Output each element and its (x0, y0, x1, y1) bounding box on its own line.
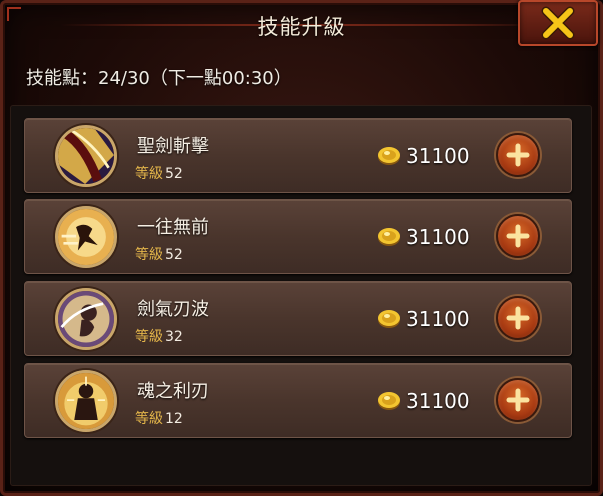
skill-row: 聖劍斬擊 等級 52 31100 (24, 118, 572, 193)
level-value: 52 (165, 247, 183, 263)
upgrade-plus-button[interactable] (496, 133, 540, 177)
plus-icon (506, 388, 530, 412)
level-label: 等級 (135, 329, 163, 345)
gold-coin-icon (377, 146, 401, 166)
corner-ornament (7, 7, 21, 21)
upgrade-plus-button[interactable] (496, 296, 540, 340)
title-bar: 技能升級 (60, 4, 543, 48)
cost-value: 31100 (406, 307, 470, 331)
close-button[interactable] (518, 0, 598, 46)
level-value: 32 (165, 329, 183, 345)
skill-level: 等級 52 (135, 163, 183, 183)
charge-icon (55, 206, 117, 268)
skill-name: 魂之利刃 (137, 381, 209, 402)
upgrade-cost: 31100 (377, 144, 470, 168)
upgrade-plus-button[interactable] (496, 378, 540, 422)
level-label: 等級 (135, 166, 163, 182)
skill-name: 一往無前 (137, 217, 209, 238)
cost-value: 31100 (406, 389, 470, 413)
level-label: 等級 (135, 247, 163, 263)
skill-level: 等級 52 (135, 244, 183, 264)
gold-coin-icon (377, 227, 401, 247)
gold-coin-icon (377, 391, 401, 411)
skill-row: 一往無前 等級 52 31100 (24, 199, 572, 274)
cost-value: 31100 (406, 144, 470, 168)
soul-blade-icon (55, 370, 117, 432)
skill-row: 魂之利刃 等級 12 31100 (24, 363, 572, 438)
blade-wave-icon (55, 288, 117, 350)
skill-level: 等級 32 (135, 326, 183, 346)
plus-icon (506, 143, 530, 167)
skill-name: 劍氣刃波 (137, 299, 209, 320)
skill-name: 聖劍斬擊 (137, 136, 209, 157)
sword-slash-icon (55, 125, 117, 187)
skill-level: 等級 12 (135, 408, 183, 428)
close-x-icon (541, 6, 575, 40)
window-title: 技能升級 (257, 15, 346, 39)
cost-value: 31100 (406, 225, 470, 249)
level-value: 52 (165, 166, 183, 182)
skill-row: 劍氣刃波 等級 32 31100 (24, 281, 572, 356)
level-value: 12 (165, 411, 183, 427)
gold-coin-icon (377, 309, 401, 329)
plus-icon (506, 306, 530, 330)
plus-icon (506, 224, 530, 248)
upgrade-cost: 31100 (377, 225, 470, 249)
skill-points-info: 技能點：24/30（下一點00:30） (26, 68, 292, 89)
upgrade-cost: 31100 (377, 389, 470, 413)
level-label: 等級 (135, 411, 163, 427)
upgrade-plus-button[interactable] (496, 214, 540, 258)
upgrade-cost: 31100 (377, 307, 470, 331)
